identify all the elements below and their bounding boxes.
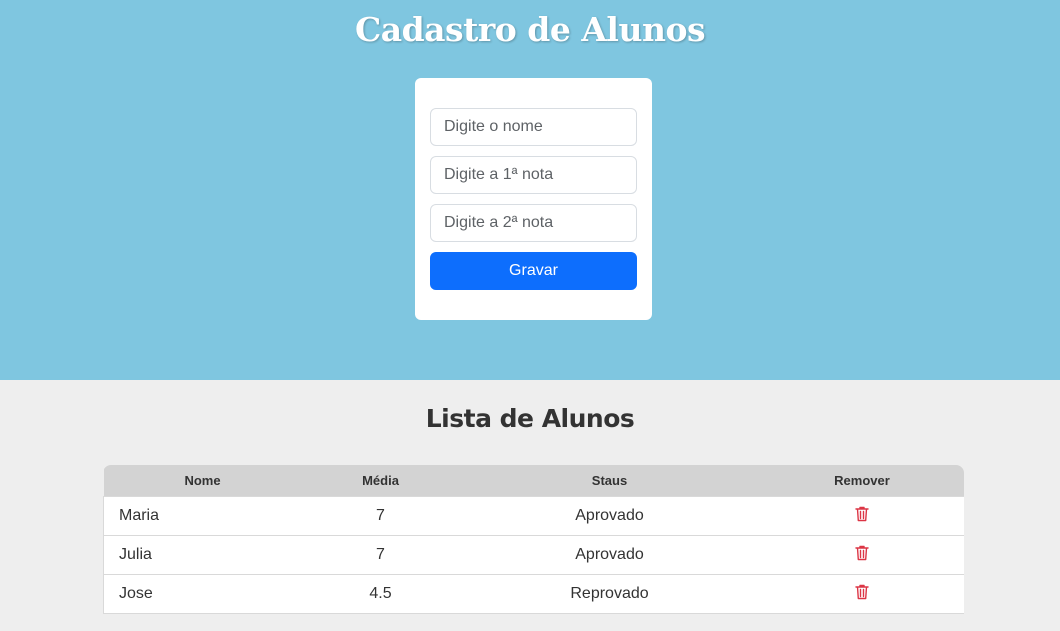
cell-nome: Jose — [103, 574, 302, 614]
page-title: Cadastro de Alunos — [354, 10, 706, 49]
save-button[interactable]: Gravar — [430, 252, 637, 290]
cell-remover — [759, 496, 964, 536]
column-header-remover: Remover — [759, 465, 964, 497]
cell-status: Aprovado — [459, 535, 760, 575]
column-header-media: Média — [301, 465, 460, 497]
cell-media: 7 — [301, 535, 460, 575]
cell-media: 7 — [301, 496, 460, 536]
cell-media: 4.5 — [301, 574, 460, 614]
student-form: Gravar — [415, 78, 652, 320]
table-header-row: Nome Média Staus Remover — [103, 465, 964, 497]
column-header-status: Staus — [459, 465, 760, 497]
list-title: Lista de Alunos — [425, 404, 635, 433]
cell-status: Aprovado — [459, 496, 760, 536]
cell-remover — [759, 535, 964, 575]
grade2-input[interactable] — [430, 204, 637, 242]
trash-icon[interactable] — [855, 506, 869, 522]
cell-status: Reprovado — [459, 574, 760, 614]
table-row: Maria 7 Aprovado — [103, 496, 964, 536]
column-header-nome: Nome — [103, 465, 302, 497]
cell-nome: Julia — [103, 535, 302, 575]
name-input[interactable] — [430, 108, 637, 146]
trash-icon[interactable] — [855, 545, 869, 561]
trash-icon[interactable] — [855, 584, 869, 600]
cell-remover — [759, 574, 964, 614]
grade1-input[interactable] — [430, 156, 637, 194]
table-row: Jose 4.5 Reprovado — [103, 574, 964, 614]
table-row: Julia 7 Aprovado — [103, 535, 964, 575]
header-section: Cadastro de Alunos Gravar — [0, 0, 1060, 380]
cell-nome: Maria — [103, 496, 302, 536]
students-table: Nome Média Staus Remover Maria 7 Aprovad… — [103, 465, 964, 614]
